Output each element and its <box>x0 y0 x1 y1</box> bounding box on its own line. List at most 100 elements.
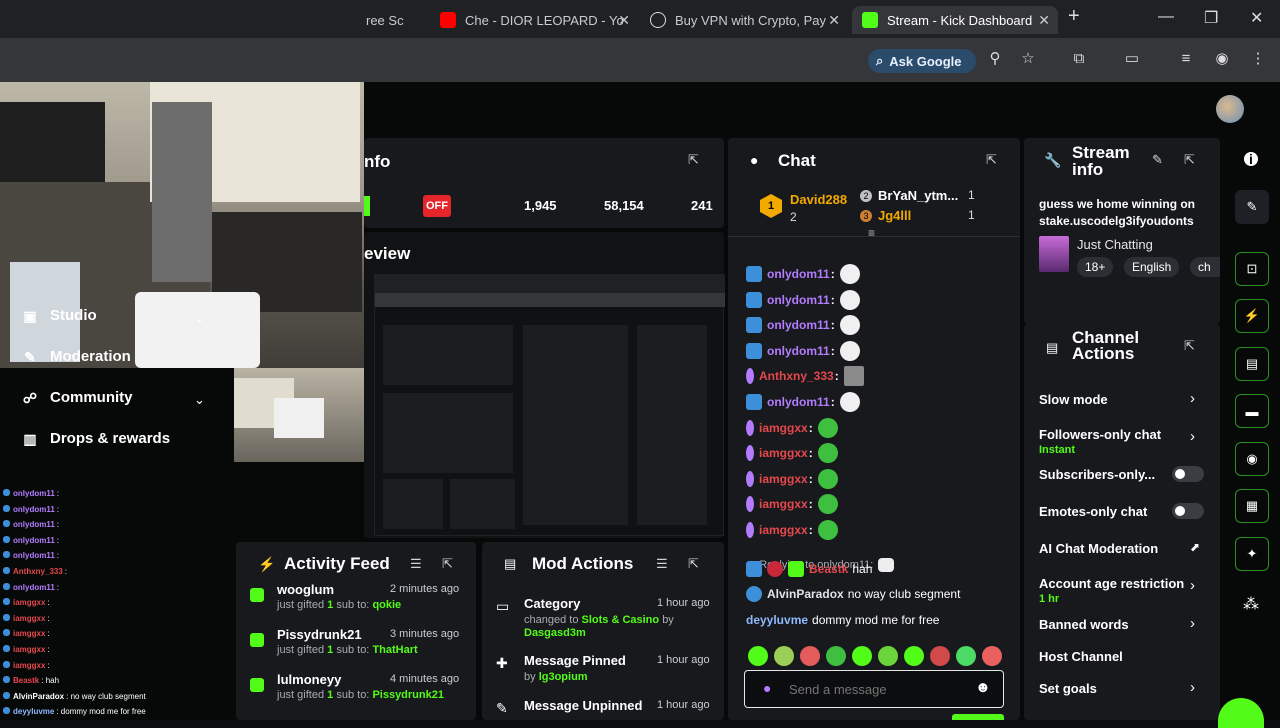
chat-username[interactable]: onlydom11 <box>767 293 830 307</box>
tab-2[interactable]: Che - DIOR LEOPARD - Yo ✕ <box>430 6 638 34</box>
edit-layout-button[interactable]: ✎ <box>1235 190 1269 224</box>
chevron-right-icon[interactable]: › <box>1190 679 1195 696</box>
new-tab-icon[interactable]: + <box>1068 5 1080 28</box>
channel-action-row[interactable]: Slow mode <box>1039 392 1108 407</box>
feed-user[interactable]: Pissydrunk21 <box>277 627 362 642</box>
restore-icon[interactable]: ❐ <box>1204 8 1218 28</box>
feed-user[interactable]: wooglum <box>277 582 334 597</box>
star-icon[interactable]: ☆ <box>1019 50 1037 68</box>
nav-studio[interactable]: ▣ Studio <box>22 307 96 324</box>
filter-icon[interactable]: ☰ <box>656 556 668 572</box>
chevron-right-icon[interactable]: › <box>1190 615 1195 632</box>
popout-icon[interactable]: ⇱ <box>688 152 699 168</box>
profile-icon[interactable]: ◉ <box>1213 50 1231 68</box>
emote-icon[interactable] <box>748 646 768 666</box>
nav-community[interactable]: ☍ Community <box>22 389 133 406</box>
mod-user[interactable]: lg3opium <box>539 671 588 683</box>
mod-user[interactable]: Dasgasd3m <box>524 627 586 639</box>
emote-icon[interactable] <box>852 646 872 666</box>
feed-target[interactable]: qokie <box>372 599 401 611</box>
media-icon[interactable]: ≡ <box>1177 50 1195 68</box>
tab-active[interactable]: Stream - Kick Dashboard ✕ <box>852 6 1058 34</box>
channel-action-row[interactable]: Account age restriction 1 hr <box>1039 576 1184 605</box>
popout-icon[interactable]: ⇱ <box>442 556 453 572</box>
nav-drops[interactable]: ▥ Drops & rewards <box>22 430 170 447</box>
close-icon[interactable]: ✕ <box>618 12 630 29</box>
camera-button[interactable]: ⊡ <box>1235 252 1269 286</box>
send-message-input[interactable] <box>789 679 969 699</box>
minimize-icon[interactable]: — <box>1158 8 1174 26</box>
tag[interactable]: 18+ <box>1077 257 1114 277</box>
emote-icon[interactable] <box>930 646 950 666</box>
channel-action-row[interactable]: Subscribers-only... <box>1039 467 1155 482</box>
channel-action-row[interactable]: Followers-only chat Instant <box>1039 427 1161 456</box>
chat-username[interactable]: iamggxx <box>759 523 808 537</box>
chat-username[interactable]: onlydom11 <box>767 318 830 332</box>
chat-username[interactable]: iamggxx <box>759 497 808 511</box>
chat-username[interactable]: iamggxx <box>759 421 808 435</box>
chevron-right-icon[interactable]: › <box>1190 577 1195 594</box>
channel-action-row[interactable]: Set goals <box>1039 681 1097 696</box>
leader-name[interactable]: David288 <box>790 192 847 207</box>
chat-username[interactable]: Anthxny_333 <box>759 369 834 383</box>
menu-icon[interactable]: ⋮ <box>1249 50 1267 68</box>
chat-username[interactable]: iamggxx <box>759 472 808 486</box>
cast-icon[interactable]: ▭ <box>1123 50 1141 68</box>
chat-username[interactable]: iamggxx <box>759 446 808 460</box>
expand-icon[interactable]: ≡ <box>868 226 875 240</box>
emote-icon[interactable] <box>826 646 846 666</box>
chat-username[interactable]: deyyluvme <box>746 613 808 627</box>
emoji-icon[interactable]: ☻ <box>975 679 991 696</box>
emote-icon[interactable] <box>904 646 924 666</box>
chevron-right-icon[interactable]: › <box>1190 428 1195 445</box>
channel-action-row[interactable]: Banned words <box>1039 617 1129 632</box>
category-name[interactable]: Just Chatting <box>1077 237 1153 252</box>
close-window-icon[interactable]: ✕ <box>1250 8 1263 28</box>
chat-username[interactable]: onlydom11 <box>767 344 830 358</box>
chat-username[interactable]: Beastk <box>809 562 848 576</box>
chart-icon[interactable]: ⬈ <box>1190 540 1200 554</box>
edit-icon[interactable]: ✎ <box>1152 152 1163 168</box>
toggle-switch[interactable] <box>1172 503 1204 519</box>
scenes-button[interactable]: ▦ <box>1235 489 1269 523</box>
emote-icon[interactable] <box>774 646 794 666</box>
chat-send-button[interactable] <box>952 714 1004 720</box>
toggle-switch[interactable] <box>1172 466 1204 482</box>
filter-icon[interactable]: ☰ <box>410 556 422 572</box>
notes-button[interactable]: ▤ <box>1235 347 1269 381</box>
channel-action-row[interactable]: AI Chat Moderation <box>1039 541 1158 556</box>
popout-icon[interactable]: ⇱ <box>1184 152 1195 168</box>
chat-username[interactable]: AlvinParadox <box>767 587 844 601</box>
avatar[interactable] <box>1216 95 1244 123</box>
tag[interactable]: ch <box>1190 257 1220 277</box>
tag[interactable]: English <box>1124 257 1180 277</box>
mic-icon[interactable]: ● <box>763 680 771 696</box>
close-icon[interactable]: ✕ <box>828 12 840 29</box>
chat-input-box[interactable]: ● ☻ <box>744 670 1004 708</box>
feed-target[interactable]: Pissydrunk21 <box>372 689 444 701</box>
popout-icon[interactable]: ⇱ <box>986 152 997 168</box>
leader-name[interactable]: Jg4lll <box>878 208 911 223</box>
widgets-icon[interactable]: ⁂ <box>1243 594 1259 614</box>
emote-icon[interactable] <box>982 646 1002 666</box>
popout-icon[interactable]: ⇱ <box>1184 338 1195 354</box>
ask-google-button[interactable]: ⌕ Ask Google <box>868 49 976 73</box>
chat-username[interactable]: onlydom11 <box>767 267 830 281</box>
extensions-icon[interactable]: ⧉ <box>1070 50 1088 68</box>
chat-button[interactable]: ▬ <box>1235 394 1269 428</box>
tab-1[interactable]: ree Sc <box>356 6 422 34</box>
chat-username[interactable]: onlydom11 <box>767 395 830 409</box>
emote-icon[interactable] <box>878 646 898 666</box>
channel-action-row[interactable]: Host Channel <box>1039 649 1123 664</box>
tools-button[interactable]: ✦ <box>1235 537 1269 571</box>
chevron-down-icon[interactable]: ⌄ <box>194 392 205 408</box>
close-icon[interactable]: ✕ <box>1038 12 1050 29</box>
popout-icon[interactable]: ⇱ <box>688 556 699 572</box>
broadcast-button[interactable]: ◉ <box>1235 442 1269 476</box>
chevron-right-icon[interactable]: › <box>1190 390 1195 407</box>
chevron-down-icon[interactable]: ⌄ <box>194 310 205 326</box>
emote-icon[interactable] <box>800 646 820 666</box>
info-icon[interactable]: i <box>1244 152 1258 166</box>
support-button[interactable] <box>1218 698 1264 728</box>
zoom-icon[interactable]: ⚲ <box>986 50 1004 68</box>
